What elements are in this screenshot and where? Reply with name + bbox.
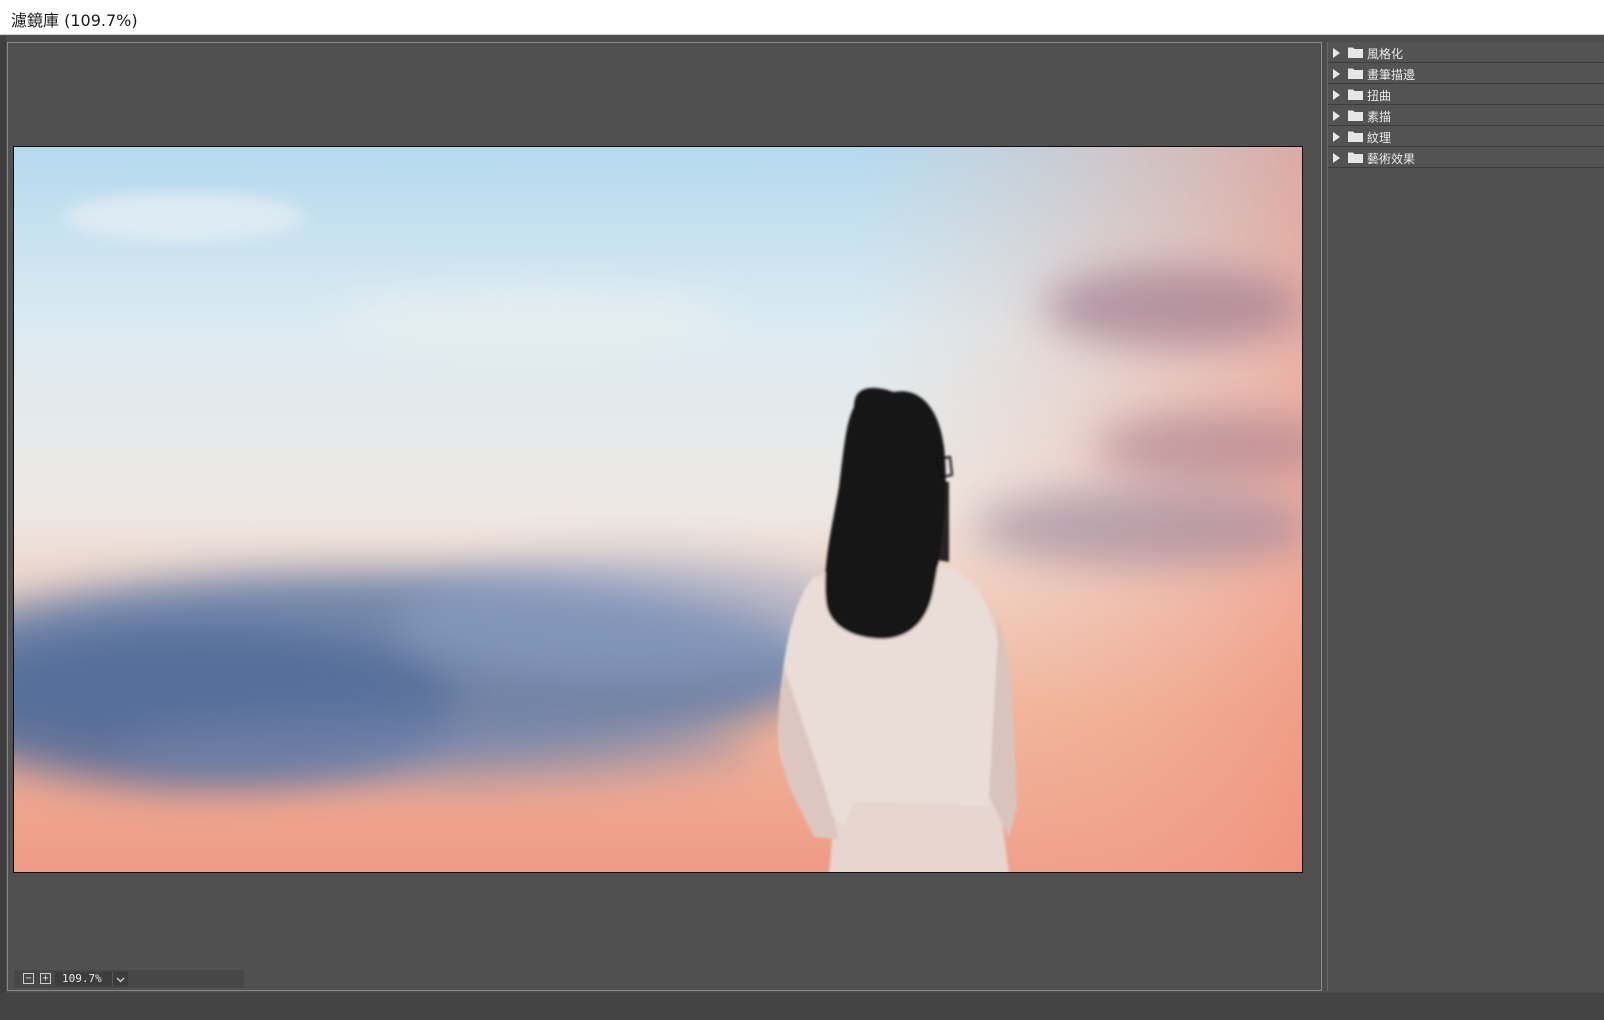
left-edge — [0, 36, 6, 1020]
filter-category-label: 畫筆描邊 — [1367, 68, 1416, 82]
preview-image[interactable] — [13, 146, 1303, 873]
expand-arrow-icon[interactable] — [1333, 69, 1340, 79]
folder-icon — [1348, 110, 1363, 121]
sunset-photo — [14, 147, 1302, 872]
expand-arrow-icon[interactable] — [1333, 153, 1340, 163]
folder-icon — [1348, 89, 1363, 100]
folder-icon — [1348, 131, 1363, 142]
filter-category-sketch[interactable]: 素描 — [1328, 105, 1604, 126]
filter-category-label: 紋理 — [1367, 131, 1392, 145]
filter-category-label: 風格化 — [1367, 47, 1404, 61]
expand-arrow-icon[interactable] — [1333, 48, 1340, 58]
filter-category-label: 藝術效果 — [1367, 152, 1416, 166]
folder-icon — [1348, 68, 1363, 79]
folder-icon — [1348, 47, 1363, 58]
filter-category-label: 素描 — [1367, 110, 1392, 124]
preview-panel: − + 109.7% — [7, 42, 1322, 991]
window-titlebar: 濾鏡庫 (109.7%) — [0, 0, 1604, 35]
zoom-in-icon[interactable]: + — [40, 973, 51, 984]
bottom-edge — [0, 993, 1604, 1020]
window-title: 濾鏡庫 (109.7%) — [11, 11, 138, 30]
zoom-value[interactable]: 109.7% — [55, 972, 113, 986]
chevron-down-icon[interactable] — [112, 972, 128, 986]
zoom-control: − + 109.7% — [14, 970, 244, 988]
filter-category-label: 扭曲 — [1367, 89, 1392, 103]
expand-arrow-icon[interactable] — [1333, 90, 1340, 100]
zoom-out-icon[interactable]: − — [23, 973, 34, 984]
folder-icon — [1348, 152, 1363, 163]
filter-category-artistic[interactable]: 藝術效果 — [1328, 147, 1604, 168]
filter-category-brush-strokes[interactable]: 畫筆描邊 — [1328, 63, 1604, 84]
filter-category-stylize[interactable]: 風格化 — [1328, 42, 1604, 63]
filter-category-texture[interactable]: 紋理 — [1328, 126, 1604, 147]
expand-arrow-icon[interactable] — [1333, 132, 1340, 142]
filter-category-distort[interactable]: 扭曲 — [1328, 84, 1604, 105]
filter-category-panel: 風格化 畫筆描邊 扭曲 素描 紋理 藝術效果 — [1327, 42, 1604, 991]
expand-arrow-icon[interactable] — [1333, 111, 1340, 121]
